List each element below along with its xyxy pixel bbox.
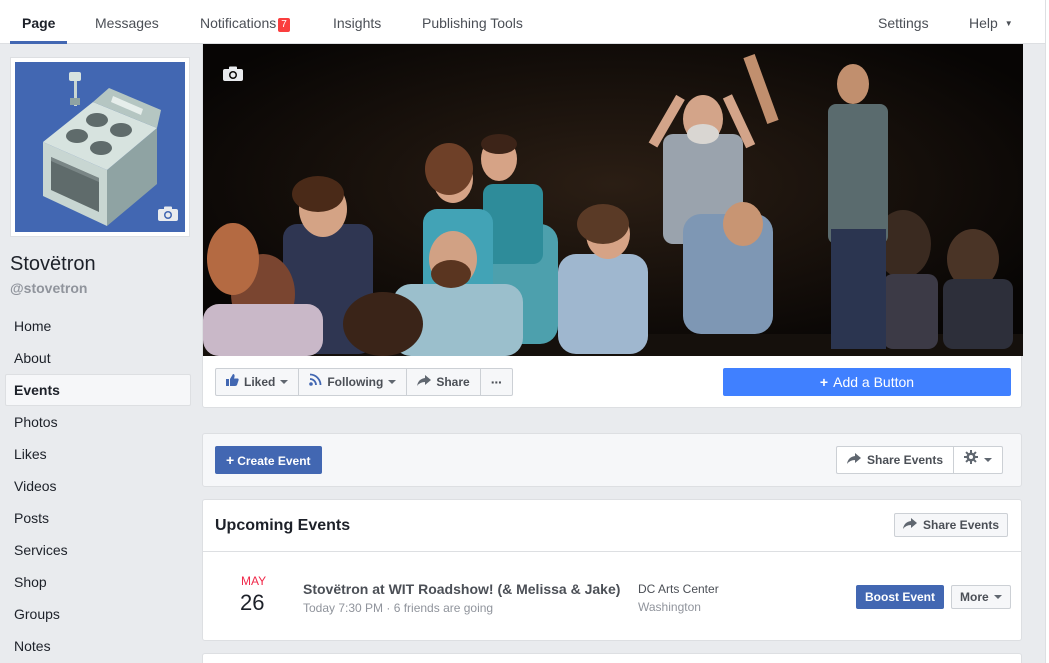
gear-icon (964, 447, 979, 473)
share-events-group: Share Events (836, 446, 1004, 474)
caret-down-icon (993, 595, 1002, 599)
sidebar-item-videos[interactable]: Videos (5, 470, 191, 502)
caret-down-icon (984, 458, 993, 462)
camera-icon[interactable] (222, 66, 244, 87)
plus-icon: + (819, 374, 829, 390)
page-top-nav: Page Messages Notifications 7 Insights Pu… (0, 0, 1045, 44)
help-menu[interactable]: Help ▼ (969, 0, 1013, 44)
event-month: MAY (241, 574, 267, 588)
tab-insights[interactable]: Insights (333, 0, 381, 44)
window-scrollbar[interactable] (1045, 0, 1049, 663)
cover-photo[interactable] (203, 44, 1023, 356)
tab-insights-label: Insights (333, 15, 382, 31)
create-event-label: Create Event (237, 454, 311, 468)
share-arrow-icon (417, 369, 432, 395)
sidebar-item-events[interactable]: Events (5, 374, 191, 406)
thumbs-up-icon (226, 369, 239, 395)
events-toolbar: + Create Event Share Events (202, 433, 1022, 487)
event-settings-button[interactable] (953, 447, 1002, 473)
settings-link[interactable]: Settings (878, 0, 929, 44)
tab-messages-label: Messages (95, 15, 159, 31)
plus-icon: + (226, 452, 235, 468)
share-button[interactable]: Share (407, 369, 481, 395)
caret-down-icon (280, 380, 289, 384)
share-events-label: Share Events (923, 518, 1000, 532)
tab-publishing-tools[interactable]: Publishing Tools (422, 0, 523, 44)
event-time-and-attendance: Today 7:30 PM · 6 friends are going (303, 601, 494, 615)
following-label: Following (327, 375, 384, 389)
more-options-button[interactable]: ··· (481, 369, 512, 395)
sidebar-item-groups[interactable]: Groups (5, 598, 191, 630)
rss-icon (309, 369, 322, 395)
share-events-label: Share Events (867, 453, 944, 467)
notification-count-badge: 7 (278, 18, 290, 32)
upcoming-events-card: Upcoming Events Share Events MAY 26 Stov… (202, 499, 1022, 641)
share-events-button[interactable]: Share Events (894, 513, 1009, 537)
help-label: Help (969, 15, 998, 31)
stove-logo (15, 62, 185, 232)
liked-label: Liked (244, 375, 276, 389)
cover-photo-image (203, 44, 1023, 356)
share-events-button[interactable]: Share Events (837, 447, 953, 473)
ellipsis-icon: ··· (490, 374, 503, 390)
camera-icon[interactable] (157, 206, 179, 227)
tab-notifications[interactable]: Notifications 7 (200, 0, 290, 44)
caret-down-icon: ▼ (1004, 19, 1013, 28)
page-side-nav: Home About Events Photos Likes Videos Po… (5, 310, 191, 662)
share-label: Share (436, 375, 470, 389)
following-button[interactable]: Following (299, 369, 408, 395)
sidebar-item-posts[interactable]: Posts (5, 502, 191, 534)
page-username[interactable]: @stovetron (10, 280, 87, 296)
caret-down-icon (388, 380, 397, 384)
sidebar-item-notes[interactable]: Notes (5, 630, 191, 662)
event-venue-link[interactable]: DC Arts Center (638, 582, 719, 596)
page-name: Stovëtron (10, 253, 96, 275)
tab-messages[interactable]: Messages (95, 0, 159, 44)
page-action-buttons: Liked Following Share ··· (215, 368, 513, 396)
tab-publishing-tools-label: Publishing Tools (422, 15, 523, 31)
liked-button[interactable]: Liked (216, 369, 300, 395)
sidebar-item-services[interactable]: Services (5, 534, 191, 566)
profile-picture[interactable] (10, 57, 190, 237)
upcoming-events-title: Upcoming Events (215, 517, 351, 534)
more-dropdown-button[interactable]: More (951, 585, 1011, 609)
share-arrow-icon (847, 447, 861, 473)
tab-page-label: Page (22, 15, 56, 31)
event-day: 26 (240, 590, 265, 615)
boost-event-button[interactable]: Boost Event (856, 585, 945, 609)
tab-notifications-label: Notifications (200, 15, 277, 31)
sidebar-item-photos[interactable]: Photos (5, 406, 191, 438)
next-section-card (202, 653, 1022, 663)
upcoming-events-header: Upcoming Events Share Events (203, 500, 1021, 552)
share-arrow-icon (903, 518, 917, 532)
sidebar-item-likes[interactable]: Likes (5, 438, 191, 470)
more-label: More (960, 590, 989, 604)
tab-page[interactable]: Page (22, 0, 55, 44)
active-tab-indicator (10, 41, 67, 44)
sidebar-item-home[interactable]: Home (5, 310, 191, 342)
sidebar-item-shop[interactable]: Shop (5, 566, 191, 598)
settings-label: Settings (878, 15, 929, 31)
event-title-link[interactable]: Stovëtron at WIT Roadshow! (& Melissa & … (303, 581, 621, 597)
cover-card: Liked Following Share ··· + Add a Button (202, 44, 1023, 408)
add-a-button[interactable]: + Add a Button (723, 368, 1011, 396)
create-event-button[interactable]: + Create Event (215, 446, 322, 474)
add-a-button-label: Add a Button (833, 374, 915, 390)
event-city: Washington (638, 600, 701, 614)
sidebar-item-about[interactable]: About (5, 342, 191, 374)
